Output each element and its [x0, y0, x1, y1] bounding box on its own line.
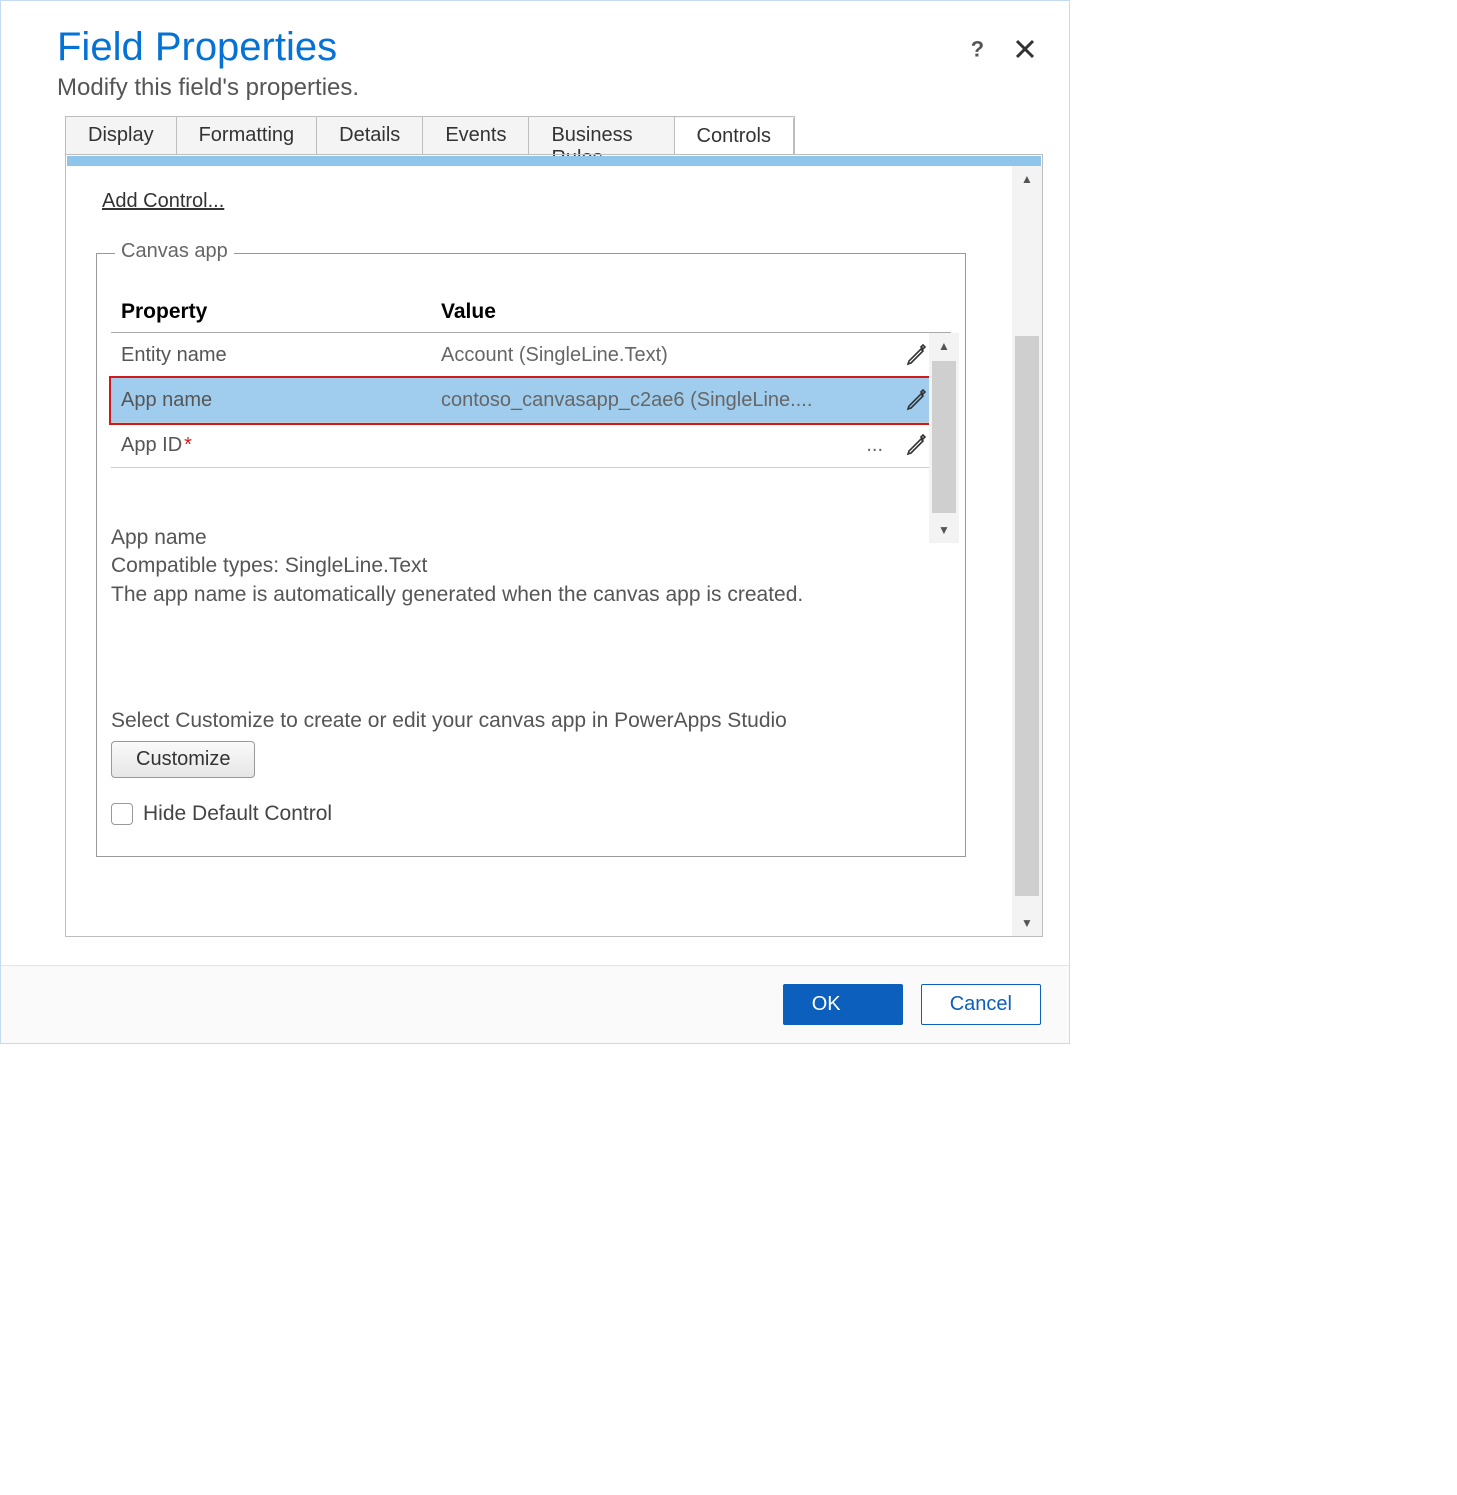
- scroll-up-icon[interactable]: ▲: [929, 333, 959, 359]
- customize-instructions: Select Customize to create or edit your …: [111, 709, 951, 733]
- scroll-down-icon[interactable]: ▼: [1012, 910, 1042, 936]
- prop-value: Account (SingleLine.Text): [441, 344, 893, 367]
- description-text: The app name is automatically generated …: [111, 581, 951, 609]
- dialog-footer: OK Cancel: [1, 965, 1069, 1043]
- customize-button[interactable]: Customize: [111, 741, 255, 778]
- prop-name-text: App ID: [121, 434, 182, 456]
- tab-strip: Display Formatting Details Events Busine…: [65, 116, 795, 154]
- inner-scrollbar[interactable]: ▲ ▼: [929, 333, 959, 543]
- scroll-thumb[interactable]: [932, 361, 956, 513]
- table-row[interactable]: App ID* ...: [111, 423, 951, 468]
- fieldset-legend: Canvas app: [115, 240, 234, 263]
- cancel-button[interactable]: Cancel: [921, 984, 1041, 1025]
- tab-display[interactable]: Display: [66, 117, 177, 154]
- prop-name: App name: [121, 389, 441, 412]
- prop-name: Entity name: [121, 344, 441, 367]
- property-table: Property Value Entity name Account (Sing…: [111, 284, 951, 468]
- canvas-app-group: Canvas app Property Value Entity name Ac…: [96, 253, 966, 857]
- field-properties-dialog: Field Properties Modify this field's pro…: [0, 0, 1070, 1044]
- tab-business-rules[interactable]: Business Rules: [529, 117, 674, 154]
- ok-button[interactable]: OK: [783, 984, 903, 1025]
- outer-scrollbar[interactable]: ▲ ▼: [1012, 166, 1042, 936]
- table-row[interactable]: Entity name Account (SingleLine.Text): [111, 333, 951, 378]
- dialog-header: Field Properties Modify this field's pro…: [1, 1, 1069, 116]
- description-title: App name: [111, 524, 951, 552]
- col-header-property: Property: [121, 300, 441, 324]
- table-row[interactable]: App name contoso_canvasapp_c2ae6 (Single…: [111, 378, 951, 423]
- hide-default-label: Hide Default Control: [143, 802, 332, 826]
- prop-value: ...: [441, 434, 893, 457]
- property-description: App name Compatible types: SingleLine.Te…: [111, 524, 951, 609]
- dialog-title: Field Properties: [57, 25, 1013, 70]
- description-types: Compatible types: SingleLine.Text: [111, 552, 951, 580]
- scroll-down-icon[interactable]: ▼: [929, 517, 959, 543]
- help-icon[interactable]: ?: [963, 35, 991, 63]
- required-asterisk: *: [184, 434, 192, 456]
- dialog-subtitle: Modify this field's properties.: [57, 74, 1013, 102]
- tab-controls[interactable]: Controls: [675, 118, 794, 155]
- col-header-value: Value: [441, 300, 941, 324]
- add-control-link[interactable]: Add Control...: [102, 190, 224, 213]
- prop-value: contoso_canvasapp_c2ae6 (SingleLine....: [441, 389, 893, 412]
- close-icon[interactable]: [1011, 35, 1039, 63]
- svg-text:?: ?: [971, 38, 984, 60]
- hide-default-checkbox[interactable]: [111, 803, 133, 825]
- tab-details[interactable]: Details: [317, 117, 423, 154]
- tab-body: Add Control... Canvas app Property Value…: [65, 154, 1043, 937]
- accent-strip: [67, 156, 1041, 166]
- prop-name: App ID*: [121, 434, 441, 457]
- tab-events[interactable]: Events: [423, 117, 529, 154]
- scroll-up-icon[interactable]: ▲: [1012, 166, 1042, 192]
- tab-formatting[interactable]: Formatting: [177, 117, 318, 154]
- scroll-thumb[interactable]: [1015, 336, 1039, 896]
